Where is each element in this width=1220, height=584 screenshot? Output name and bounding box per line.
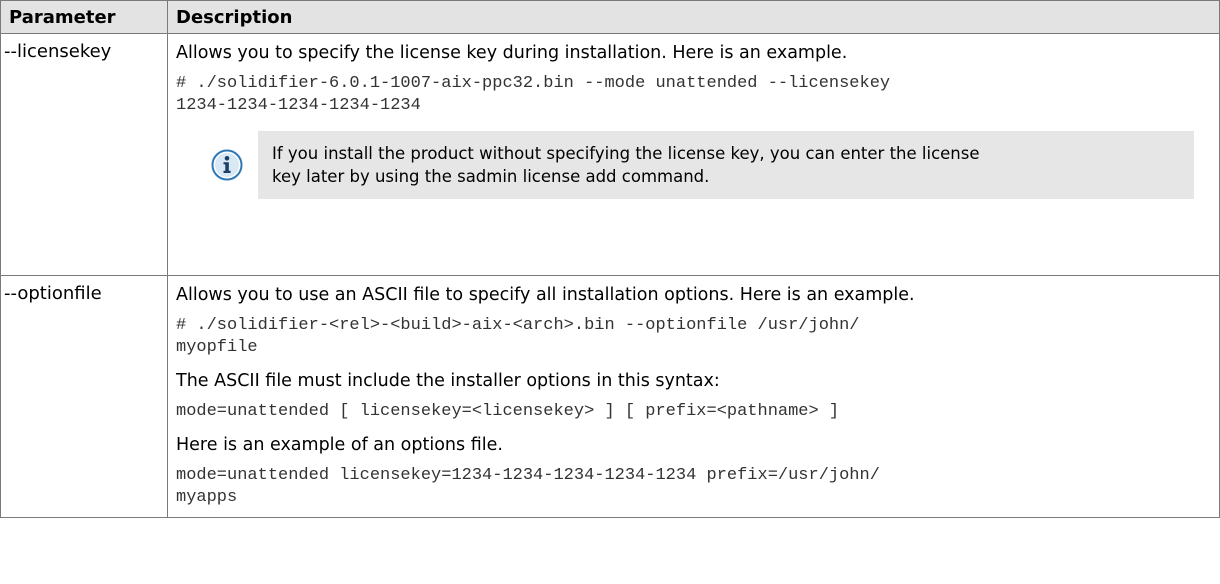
code-example-line: # ./solidifier-<rel>-<build>-aix-<arch>.…	[176, 316, 860, 335]
header-description: Description	[167, 0, 1220, 34]
header-parameter: Parameter	[0, 0, 168, 34]
param-licensekey: --licensekey	[0, 33, 168, 276]
desc-text: Here is an example of an options file.	[176, 435, 503, 455]
note-text-box: If you install the product without speci…	[258, 131, 1194, 199]
code-example-line: mode=unattended licensekey=1234-1234-123…	[176, 466, 880, 485]
table-row: --licensekey Allows you to specify the l…	[0, 33, 1220, 276]
code-example-line: myapps	[176, 488, 238, 507]
code-example-line: myopfile	[176, 338, 258, 357]
note-icon-wrap	[176, 131, 258, 199]
param-optionfile: --optionfile	[0, 275, 168, 518]
note-text-line: key later by using the sadmin license ad…	[272, 167, 710, 186]
code-example-line: 1234-1234-1234-1234-1234	[176, 96, 421, 115]
table-header-row: Parameter Description	[0, 0, 1220, 34]
note-text-line: If you install the product without speci…	[272, 144, 980, 163]
code-example-line: # ./solidifier-6.0.1-1007-aix-ppc32.bin …	[176, 74, 891, 93]
parameter-table: Parameter Description --licensekey Allow…	[0, 0, 1220, 518]
desc-text: Allows you to specify the license key du…	[176, 43, 848, 63]
info-note: If you install the product without speci…	[176, 131, 1209, 199]
desc-text: The ASCII file must include the installe…	[176, 371, 720, 391]
desc-licensekey: Allows you to specify the license key du…	[167, 33, 1220, 276]
desc-text: Allows you to use an ASCII file to speci…	[176, 285, 915, 305]
code-syntax-line: mode=unattended [ licensekey=<licensekey…	[176, 402, 840, 421]
table-row: --optionfile Allows you to use an ASCII …	[0, 275, 1220, 518]
desc-optionfile: Allows you to use an ASCII file to speci…	[167, 275, 1220, 518]
info-icon	[211, 149, 243, 181]
